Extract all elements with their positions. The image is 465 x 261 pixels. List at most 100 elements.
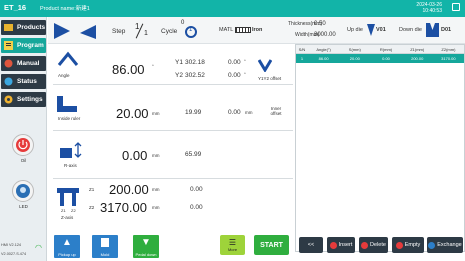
- more-label: More: [227, 246, 238, 252]
- delete-icon: [361, 241, 369, 249]
- z1-unit: mm: [152, 187, 160, 192]
- z1-actual: 0.00: [190, 186, 203, 193]
- prev-button[interactable]: <<: [299, 237, 323, 253]
- more-button[interactable]: ☰ More: [220, 235, 245, 255]
- sidebar-item-program[interactable]: Program: [1, 38, 46, 53]
- step-table: S/N Angle(°) S(mm) R(mm) Z1(mm) Z2(mm) 1…: [295, 44, 465, 252]
- sidebar: Products Program Manual Status Settings …: [0, 17, 47, 261]
- inner-offset-value[interactable]: 0.00: [228, 109, 241, 116]
- oil-button[interactable]: [12, 134, 34, 156]
- gear-icon: [3, 94, 14, 105]
- updie-label: Up die: [347, 27, 363, 33]
- power-icon: [16, 138, 30, 152]
- cell: 0.00: [382, 56, 390, 61]
- main-panel: Step 1 1 Cycle 0 1 MATL Iron Thickness(m…: [48, 17, 465, 261]
- cell: 1: [300, 56, 304, 61]
- pickup-label: Pickup up: [58, 252, 76, 257]
- exchange-button[interactable]: Exchange: [427, 237, 463, 253]
- downdie-label: Down die: [399, 27, 422, 33]
- updie-value[interactable]: V01: [376, 27, 386, 33]
- z-axis-label: Z-axis: [61, 215, 74, 220]
- col-r: R(mm): [379, 47, 393, 52]
- inner-offset-label: Inner offset: [270, 106, 282, 116]
- app-title: ET_16: [4, 3, 27, 12]
- col-z1: Z1(mm): [410, 47, 425, 52]
- y1-offset-value[interactable]: 0.00: [228, 59, 241, 66]
- r-axis-value[interactable]: 0.00: [122, 148, 147, 163]
- datetime: 2024-03-26 10:40:53: [416, 2, 442, 14]
- col-s: S(mm): [348, 47, 361, 52]
- sidebar-item-label: Status: [17, 78, 37, 85]
- inside-ruler-label: Inside ruler: [58, 116, 81, 121]
- empty-icon: [395, 241, 403, 249]
- mold-label: Mold: [100, 252, 110, 257]
- angle-label: Angle: [58, 73, 70, 78]
- program-toolbar: Step 1 1 Cycle 0 1 MATL Iron Thickness(m…: [48, 17, 465, 44]
- insert-button[interactable]: Insert: [327, 237, 355, 253]
- inside-ruler-unit: mm: [152, 111, 160, 116]
- bend-direction-icon[interactable]: [54, 23, 96, 39]
- angle-value[interactable]: 86.00: [112, 62, 145, 77]
- r-axis-unit: mm: [152, 153, 160, 158]
- product-name: Product name:新建1: [40, 6, 90, 12]
- inside-ruler-value[interactable]: 20.00: [116, 106, 149, 121]
- col-angle: Angle(°): [316, 47, 331, 52]
- y2-offset-value[interactable]: 0.00: [228, 72, 241, 79]
- cell: 20.00: [349, 56, 360, 61]
- z1-value[interactable]: 200.00: [109, 182, 149, 197]
- divider: [53, 84, 293, 85]
- divider: [53, 178, 293, 179]
- mold-icon: [101, 238, 109, 247]
- inside-ruler-actual: 19.99: [185, 109, 202, 116]
- sidebar-item-status[interactable]: Status: [1, 74, 46, 89]
- insert-icon: [329, 241, 337, 249]
- sidebar-item-label: Settings: [17, 96, 43, 103]
- r-axis-icon: [60, 142, 82, 158]
- mold-button[interactable]: Mold: [92, 235, 118, 258]
- thickness-value[interactable]: 0.50: [314, 21, 326, 27]
- y2-value: 302.52: [185, 72, 205, 79]
- table-row[interactable]: 1 86.00 20.00 0.00 200.00 3170.00: [296, 54, 464, 63]
- matl-value[interactable]: Iron: [252, 27, 262, 33]
- oil-label: Oil: [20, 158, 27, 163]
- sidebar-item-label: Products: [17, 24, 46, 31]
- r-axis-label: R-axis: [64, 163, 77, 168]
- list-icon: ☰: [228, 237, 237, 247]
- menu-icon[interactable]: [452, 3, 460, 11]
- program-icon: [3, 40, 14, 51]
- cycle-total: 1: [189, 27, 193, 33]
- z2-value[interactable]: 3170.00: [100, 200, 147, 215]
- manual-icon: [3, 58, 14, 69]
- pickup-button[interactable]: ▲ Pickup up: [54, 235, 80, 258]
- up-die-icon: [367, 24, 375, 36]
- z-axis-sub: Z1: [61, 208, 66, 213]
- table-header: S/N Angle(°) S(mm) R(mm) Z1(mm) Z2(mm): [296, 45, 464, 54]
- step-total: 1: [144, 30, 148, 37]
- arrow-down-icon: ▼: [141, 237, 151, 248]
- y1-label: Y1: [175, 59, 183, 66]
- status-icon: [3, 76, 14, 87]
- sidebar-item-manual[interactable]: Manual: [1, 56, 46, 71]
- sidebar-item-products[interactable]: Products: [1, 20, 46, 35]
- delete-button[interactable]: Delete: [359, 237, 388, 253]
- time-text: 10:40:53: [422, 8, 442, 14]
- led-button[interactable]: [12, 180, 34, 202]
- y2-label: Y2: [175, 72, 183, 79]
- start-button[interactable]: START: [254, 235, 289, 255]
- y1-offset-unit: °: [244, 59, 246, 64]
- width-value[interactable]: 3000.00: [314, 32, 336, 38]
- hmi-version: HMI V2.124: [1, 243, 22, 247]
- exchange-label: Exchange: [437, 242, 462, 248]
- sidebar-item-settings[interactable]: Settings: [1, 92, 46, 107]
- pedal-down-button[interactable]: ▼ Pedal down: [133, 235, 159, 258]
- angle-unit: °: [152, 64, 154, 69]
- empty-button[interactable]: Empty: [392, 237, 424, 253]
- cell: 200.00: [411, 56, 424, 61]
- z2-actual: 0.00: [190, 204, 203, 211]
- empty-label: Empty: [404, 242, 421, 248]
- inside-ruler-icon: [57, 96, 77, 112]
- pedal-down-label: Pedal down: [135, 252, 157, 257]
- downdie-value[interactable]: D01: [441, 27, 451, 33]
- bulb-icon: [16, 184, 30, 198]
- wifi-icon: ◠: [35, 243, 42, 252]
